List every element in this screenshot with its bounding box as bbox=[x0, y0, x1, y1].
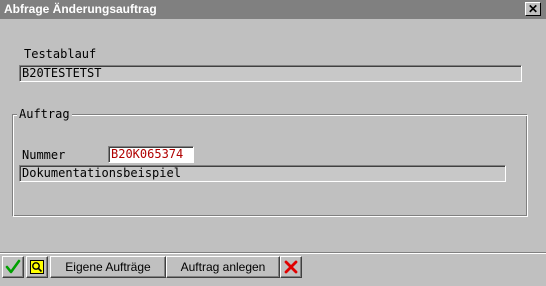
auftrag-group-legend: Auftrag bbox=[17, 107, 72, 121]
title-bar[interactable]: Abfrage Änderungsauftrag ✕ bbox=[0, 0, 546, 19]
search-icon bbox=[30, 260, 44, 274]
close-icon: ✕ bbox=[527, 2, 539, 16]
create-order-button[interactable]: Auftrag anlegen bbox=[166, 256, 280, 278]
close-button[interactable]: ✕ bbox=[525, 2, 541, 16]
dialog-window: Abfrage Änderungsauftrag ✕ Testablauf B2… bbox=[0, 0, 546, 286]
search-button[interactable] bbox=[26, 256, 48, 278]
own-orders-button[interactable]: Eigene Aufträge bbox=[50, 256, 166, 278]
testablauf-label: Testablauf bbox=[24, 47, 97, 61]
window-title: Abfrage Änderungsauftrag bbox=[4, 2, 157, 16]
nummer-input[interactable]: B20K065374 bbox=[108, 146, 194, 163]
cancel-x-icon bbox=[284, 260, 298, 274]
nummer-label: Nummer bbox=[22, 148, 66, 162]
status-bar bbox=[0, 282, 546, 286]
check-icon bbox=[5, 259, 21, 274]
toolbar-separator bbox=[0, 252, 546, 254]
confirm-button[interactable] bbox=[2, 256, 24, 278]
auftrag-description-field: Dokumentationsbeispiel bbox=[19, 165, 506, 182]
cancel-button[interactable] bbox=[280, 256, 302, 278]
testablauf-field: B20TESTETST bbox=[19, 65, 522, 82]
